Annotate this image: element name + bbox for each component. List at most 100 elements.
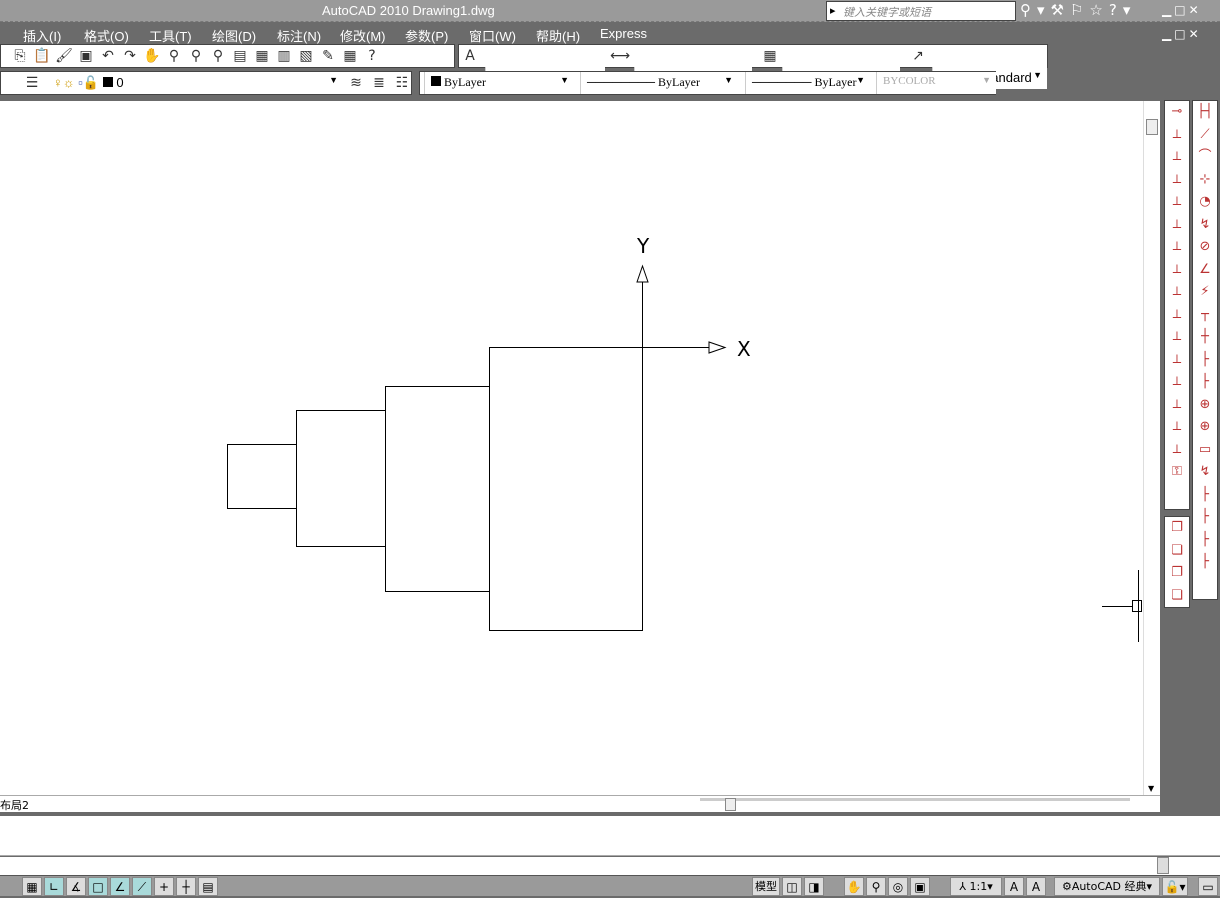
pan-status-icon[interactable]: ✋ [844,877,864,896]
infocenter-icons[interactable]: ⚲▾⚒⚐☆?▾ [1020,1,1136,19]
menu-help[interactable]: 帮助(H) [536,26,580,45]
command-input[interactable] [0,857,1220,875]
polar-icon[interactable]: ∡ [66,877,86,896]
steering-wheel-icon[interactable]: ◎ [888,877,908,896]
tool-palettes-icon[interactable]: ▥ [273,45,295,67]
annotation-scale[interactable]: ⅄ 1:1▾ [950,877,1002,896]
zoom-realtime-icon[interactable]: ⚲ [163,45,185,67]
radius-icon[interactable]: ◔ [1193,191,1217,214]
dim-text-edit-icon[interactable]: ├ [1193,506,1217,529]
layout-icon[interactable]: ◫ [782,877,802,896]
multileader-style-icon[interactable]: ↗ [907,45,929,67]
menu-insert[interactable]: 插入(I) [23,26,61,45]
lineweight-select[interactable]: ─────── ByLayer ▼ [745,72,870,94]
hscroll-thumb[interactable] [725,798,736,811]
block-editor-icon[interactable]: ▣ [75,45,97,67]
showmotion-icon[interactable]: ▣ [910,877,930,896]
center-mark-icon[interactable]: ⊕ [1193,416,1217,439]
snap-insert-icon[interactable]: ⟂ [1165,371,1189,394]
continue-icon[interactable]: ┼ [1193,326,1217,349]
make-current-icon[interactable]: ≋ [345,72,367,94]
jogged-linear-icon[interactable]: ↯ [1193,461,1217,484]
menu-modify[interactable]: 修改(M) [340,26,386,45]
window-controls[interactable]: ▁□✕ [1162,3,1202,17]
tab-layout2[interactable]: 布局2 [0,797,29,813]
match-properties-icon[interactable]: 🖌 [53,45,75,67]
dim-style-icon[interactable]: ├ [1193,551,1217,574]
menu-tools[interactable]: 工具(T) [149,26,192,45]
text-style-icon[interactable]: A [459,45,481,67]
quick-view-icon[interactable]: ◨ [804,877,824,896]
redo-icon[interactable]: ↷ [119,45,141,67]
linetype-select[interactable]: ──────── ByLayer ▼ [580,72,738,94]
quick-dim-icon[interactable]: ⚡ [1193,281,1217,304]
otrack-icon[interactable]: ∠ [110,877,130,896]
grid-icon[interactable]: ▦ [22,877,42,896]
doc-window-controls[interactable]: ▁□✕ [1162,27,1202,41]
snap-apparent-icon[interactable]: ⟂ [1165,214,1189,237]
linear-dim-icon[interactable]: ├┤ [1193,101,1217,124]
bring-above-icon[interactable]: ❐ [1165,562,1189,585]
command-line[interactable] [0,816,1220,856]
osnap-settings-icon[interactable]: ⚿ [1165,461,1189,484]
temp-track-icon[interactable]: ⊸ [1165,101,1189,124]
menu-parameters[interactable]: 参数(P) [405,26,448,45]
send-under-icon[interactable]: ❏ [1165,585,1189,608]
ordinate-icon[interactable]: ⊹ [1193,169,1217,192]
annotation-visibility-icon[interactable]: A [1004,877,1024,896]
ducs-icon[interactable]: ⟋ [132,877,152,896]
quick-props-icon[interactable]: ▤ [198,877,218,896]
angular-icon[interactable]: ∠ [1193,259,1217,282]
snap-from-icon[interactable]: ⟂ [1165,124,1189,147]
layer-states-icon[interactable]: ☷ [391,72,413,94]
dim-update-icon[interactable]: ├ [1193,529,1217,552]
baseline-icon[interactable]: ┬ [1193,304,1217,327]
dim-style-icon[interactable]: ⟷ [609,45,631,67]
table-style-icon[interactable]: ▦ [759,45,781,67]
pan-icon[interactable]: ✋ [141,45,163,67]
clean-screen-icon[interactable]: ▭ [1198,877,1218,896]
model-button[interactable]: 模型 [752,877,780,896]
menu-draw[interactable]: 绘图(D) [212,26,256,45]
diameter-icon[interactable]: ⊘ [1193,236,1217,259]
menu-express[interactable]: Express [600,26,647,41]
layer-previous-icon[interactable]: ≣ [368,72,390,94]
jogged-icon[interactable]: ↯ [1193,214,1217,237]
properties-icon[interactable]: ▤ [229,45,251,67]
calculator-icon[interactable]: ▦ [339,45,361,67]
bring-front-icon[interactable]: ❐ [1165,517,1189,540]
aligned-dim-icon[interactable]: ⟋ [1193,124,1217,147]
layer-select[interactable]: ♀☼ ▫🔓 0 ▼ [47,72,343,94]
vertical-scrollbar[interactable]: ▼ [1143,101,1160,795]
layer-manager-icon[interactable]: ☰ [21,72,43,94]
snap-quadrant-icon[interactable]: ⟂ [1165,281,1189,304]
snap-tangent-icon[interactable]: ⟂ [1165,304,1189,327]
zoom-status-icon[interactable]: ⚲ [866,877,886,896]
tolerance-icon[interactable]: ⊕ [1193,394,1217,417]
scroll-thumb[interactable] [1146,119,1158,135]
snap-parallel-icon[interactable]: ⟂ [1165,349,1189,372]
snap-center-icon[interactable]: ⟂ [1165,259,1189,282]
menu-format[interactable]: 格式(O) [84,26,129,45]
dim-edit-icon[interactable]: ├ [1193,484,1217,507]
send-back-icon[interactable]: ❏ [1165,540,1189,563]
snap-node-icon[interactable]: ⟂ [1165,394,1189,417]
snap-extension-icon[interactable]: ⟂ [1165,236,1189,259]
snap-intersection-icon[interactable]: ⟂ [1165,191,1189,214]
markup-icon[interactable]: ✎ [317,45,339,67]
snap-none-icon[interactable]: ⟂ [1165,439,1189,462]
dim-space-icon[interactable]: ├ [1193,349,1217,372]
plotstyle-select[interactable]: BYCOLOR ▼ [876,72,996,94]
scroll-down-arrow[interactable]: ▼ [1148,784,1154,793]
paste-icon[interactable]: 📋 [31,45,53,67]
cmd-scroll-thumb[interactable] [1157,857,1169,874]
zoom-window-icon[interactable]: ⚲ [185,45,207,67]
arc-length-icon[interactable]: ⌒ [1193,146,1217,169]
undo-icon[interactable]: ↶ [97,45,119,67]
menu-dimension[interactable]: 标注(N) [277,26,321,45]
osnap-icon[interactable]: □ [88,877,108,896]
toolbar-lock-icon[interactable]: 🔓▾ [1162,877,1188,896]
dim-break-icon[interactable]: ├ [1193,371,1217,394]
lineweight-icon[interactable]: ┼ [176,877,196,896]
copy-icon[interactable]: ⎘ [9,45,31,67]
